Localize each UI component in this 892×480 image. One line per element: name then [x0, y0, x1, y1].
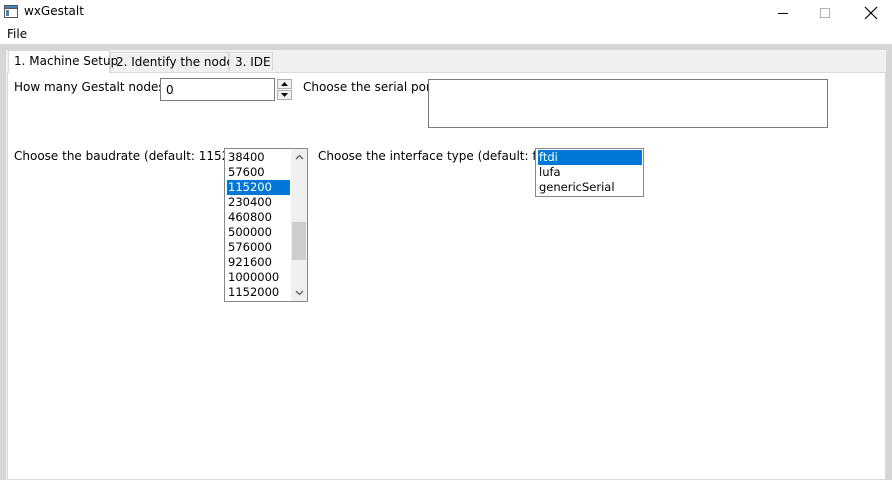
scroll-down-button[interactable]	[291, 285, 307, 301]
nodes-count-label: How many Gestalt nodes?	[14, 80, 171, 94]
scroll-up-button[interactable]	[291, 149, 307, 165]
list-item-selected[interactable]: ftdi	[538, 150, 642, 165]
spin-down-button[interactable]	[277, 90, 292, 100]
list-item[interactable]: lufa	[538, 165, 642, 180]
arrow-up-icon	[281, 82, 288, 86]
list-item[interactable]: 500000	[227, 225, 290, 240]
list-item[interactable]: 1152000	[227, 285, 290, 300]
title-bar[interactable]	[0, 0, 892, 25]
close-button[interactable]	[848, 0, 892, 25]
arrow-down-icon	[281, 93, 288, 97]
list-item[interactable]: 230400	[227, 195, 290, 210]
list-item[interactable]: 1000000	[227, 270, 290, 285]
tab-identify-nodes[interactable]: 2. Identify the nodes	[110, 52, 240, 71]
tab-ide[interactable]: 3. IDE	[229, 52, 273, 71]
machine-setup-panel	[7, 72, 886, 480]
baudrate-label: Choose the baudrate (default: 115200)	[14, 149, 250, 163]
serial-port-label: Choose the serial port	[303, 80, 436, 94]
minimize-icon	[778, 12, 788, 14]
list-item[interactable]: genericSerial	[538, 180, 642, 195]
list-item[interactable]: 460800	[227, 210, 290, 225]
list-item[interactable]: 921600	[227, 255, 290, 270]
scrollbar-thumb[interactable]	[292, 222, 306, 260]
baudrate-list[interactable]: 38400 57600 115200 230400 460800 500000 …	[224, 148, 308, 302]
window-title: wxGestalt	[24, 4, 84, 18]
interface-type-label: Choose the interface type (default: ftdi…	[318, 149, 557, 163]
menu-bar	[0, 25, 892, 44]
interface-type-list[interactable]: ftdi lufa genericSerial	[535, 148, 644, 197]
list-item[interactable]: 57600	[227, 165, 290, 180]
list-item[interactable]: 38400	[227, 150, 290, 165]
maximize-icon	[820, 7, 830, 18]
list-item[interactable]: 576000	[227, 240, 290, 255]
chevron-up-icon	[295, 154, 303, 160]
serial-port-list[interactable]	[428, 79, 828, 128]
nodes-count-input[interactable]	[160, 78, 275, 101]
app-window-icon	[4, 5, 18, 18]
close-icon	[864, 6, 878, 19]
menu-file[interactable]: File	[7, 27, 27, 41]
tab-machine-setup[interactable]: 1. Machine Setup	[8, 50, 118, 73]
maximize-button[interactable]	[802, 0, 848, 25]
chevron-down-icon	[295, 290, 303, 296]
spin-up-button[interactable]	[277, 79, 292, 89]
list-item-selected[interactable]: 115200	[227, 180, 290, 195]
minimize-button[interactable]	[760, 0, 806, 25]
